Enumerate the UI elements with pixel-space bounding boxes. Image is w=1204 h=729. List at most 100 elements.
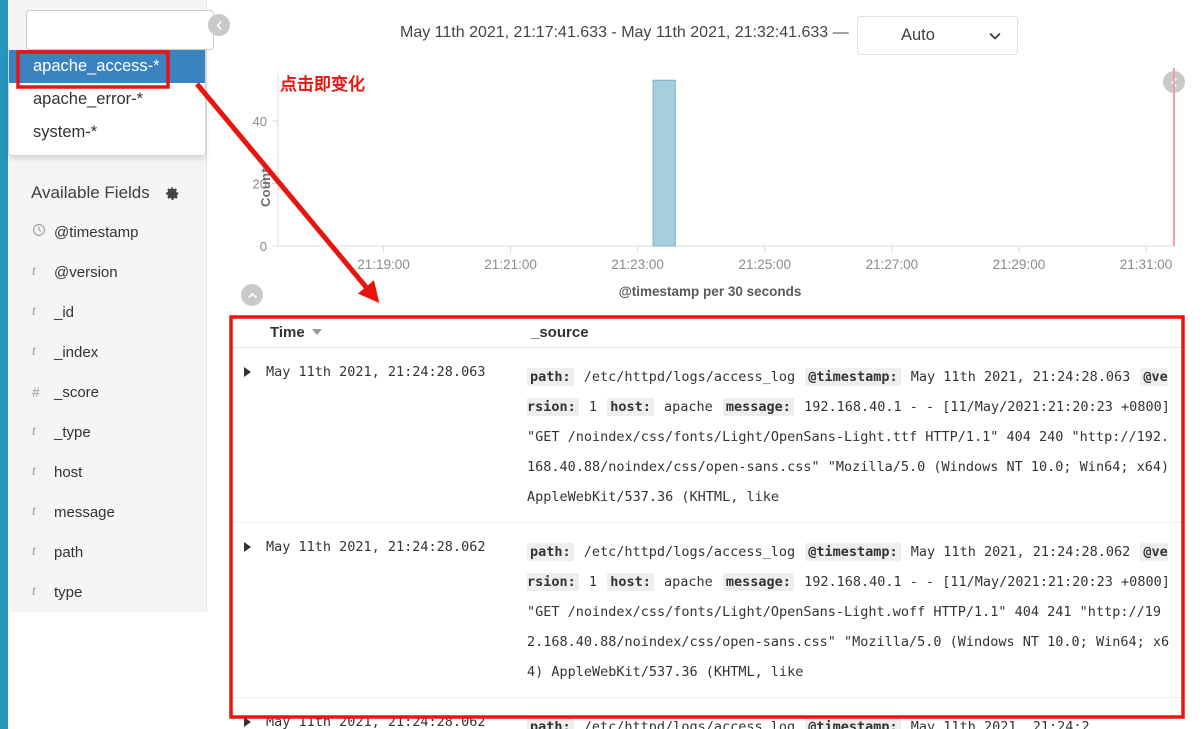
source-field-value: 1 [588, 399, 598, 415]
available-fields-list: @timestamp t @version t _id t _index # _… [16, 212, 215, 612]
svg-text:21:27:00: 21:27:00 [866, 257, 919, 272]
expand-row-icon[interactable] [244, 537, 266, 687]
source-field-key: host: [607, 573, 654, 591]
table-header-row: Time _source [232, 317, 1184, 348]
gear-icon[interactable] [164, 184, 182, 202]
field-name: _type [54, 423, 91, 441]
source-field-value: apache [663, 399, 713, 415]
column-header-time[interactable]: Time [232, 324, 527, 341]
kibana-discover-page: Available Fields @timestamp t @version t… [0, 0, 1204, 729]
source-field-key: @timestamp: [805, 718, 901, 729]
source-field-key: path: [527, 368, 574, 386]
field-row-host[interactable]: t host [16, 452, 215, 492]
cell-source: path: /etc/httpd/logs/access_log @timest… [527, 537, 1184, 687]
documents-table: Time _source May 11th 2021, 21:24:28.063… [232, 317, 1184, 729]
source-field-key: path: [527, 543, 574, 561]
source-field-key: @timestamp: [805, 368, 901, 386]
column-header-time-label: Time [270, 323, 305, 341]
svg-text:21:31:00: 21:31:00 [1120, 257, 1173, 272]
table-row[interactable]: May 11th 2021, 21:24:28.062 path: /etc/ht… [232, 698, 1184, 729]
field-row-path[interactable]: t path [16, 532, 215, 572]
index-pattern-input[interactable] [27, 11, 213, 49]
svg-text:21:29:00: 21:29:00 [993, 257, 1046, 272]
field-row-type-meta[interactable]: t _type [16, 412, 215, 452]
histogram-svg: 0204021:19:00 21:21:00 21:23:00 21:25:00 21:… [253, 68, 1175, 272]
svg-text:21:19:00: 21:19:00 [357, 257, 410, 272]
svg-text:21:21:00: 21:21:00 [484, 257, 537, 272]
field-name: type [54, 583, 83, 601]
index-option-system[interactable]: system-* [9, 116, 205, 149]
source-field-value: May 11th 2021, 21:24:2 [910, 719, 1090, 729]
string-icon: t [32, 584, 36, 599]
source-field-key: path: [527, 718, 574, 729]
svg-text:40: 40 [253, 114, 267, 129]
source-field-key: message: [722, 573, 794, 591]
clock-icon [32, 223, 54, 242]
source-field-value: /etc/httpd/logs/access_log [583, 719, 796, 729]
cell-time-value: May 11th 2021, 21:24:28.063 [266, 364, 486, 380]
cell-time-value: May 11th 2021, 21:24:28.062 [266, 714, 486, 729]
field-name: host [54, 463, 83, 481]
field-row-timestamp[interactable]: @timestamp [16, 212, 215, 252]
field-name: path [54, 543, 84, 561]
string-icon: t [32, 424, 36, 439]
chart-annotation-text: 点击即变化 [280, 75, 365, 95]
available-fields-title: Available Fields [31, 183, 150, 202]
number-icon: # [32, 384, 40, 400]
source-field-value: /etc/httpd/logs/access_log [583, 369, 796, 385]
source-field-key: message: [722, 398, 794, 416]
string-icon: t [32, 264, 36, 279]
svg-text:21:25:00: 21:25:00 [738, 257, 791, 272]
source-field-key: @timestamp: [805, 543, 901, 561]
time-range-label[interactable]: May 11th 2021, 21:17:41.633 - May 11th 2… [400, 24, 849, 42]
source-field-value: apache [663, 574, 713, 590]
field-name: _score [54, 383, 100, 401]
source-field-value: May 11th 2021, 21:24:28.063 [910, 369, 1131, 385]
expand-row-icon[interactable] [244, 362, 266, 512]
field-row-type[interactable]: t type [16, 572, 215, 612]
field-row-score[interactable]: # _score [16, 372, 215, 412]
source-field-value: /etc/httpd/logs/access_log [583, 544, 796, 560]
histogram-chart[interactable]: 点击即变化 Count 0 20 40 21:19:00 21:21:00 21:23:0… [230, 62, 1190, 307]
cell-time: May 11th 2021, 21:24:28.063 [232, 362, 527, 512]
table-row[interactable]: May 11th 2021, 21:24:28.063 path: /etc/ht… [232, 348, 1184, 523]
x-axis-title: @timestamp per 30 seconds [618, 284, 802, 299]
chevron-down-icon [987, 28, 1003, 44]
available-fields-header: Available Fields [16, 172, 215, 214]
index-option-apache-access[interactable]: apache_access-* [9, 50, 205, 83]
interval-value: Auto [901, 26, 935, 44]
cell-source: path: /etc/httpd/logs/access_log @timest… [527, 362, 1184, 512]
interval-select[interactable]: Auto [857, 16, 1018, 55]
expand-row-icon[interactable] [244, 712, 266, 729]
field-name: message [54, 503, 115, 521]
column-header-source[interactable]: _source [527, 324, 589, 341]
cell-source: path: /etc/httpd/logs/access_log @timest… [527, 712, 1184, 729]
field-name: @timestamp [54, 223, 139, 241]
cell-time: May 11th 2021, 21:24:28.062 [232, 712, 527, 729]
table-body: May 11th 2021, 21:24:28.063 path: /etc/ht… [232, 348, 1184, 729]
field-row-index[interactable]: t _index [16, 332, 215, 372]
index-option-apache-error[interactable]: apache_error-* [9, 83, 205, 116]
table-row[interactable]: May 11th 2021, 21:24:28.062 path: /etc/ht… [232, 523, 1184, 698]
source-field-value: May 11th 2021, 21:24:28.062 [910, 544, 1131, 560]
string-icon: t [32, 504, 36, 519]
svg-text:21:23:00: 21:23:00 [611, 257, 664, 272]
index-pattern-dropdown[interactable]: apache_access-* apache_error-* system-* [8, 50, 206, 156]
string-icon: t [32, 544, 36, 559]
string-icon: t [32, 344, 36, 359]
collapse-sidebar-button[interactable] [208, 14, 230, 36]
source-field-key: host: [607, 398, 654, 416]
index-pattern-input-wrapper[interactable] [26, 10, 214, 50]
field-name: @version [54, 263, 118, 281]
string-icon: t [32, 304, 36, 319]
field-row-version[interactable]: t @version [16, 252, 215, 292]
field-row-message[interactable]: t message [16, 492, 215, 532]
field-row-id[interactable]: t _id [16, 292, 215, 332]
field-name: _id [54, 303, 75, 321]
source-field-value: 1 [588, 574, 598, 590]
cell-time: May 11th 2021, 21:24:28.062 [232, 537, 527, 687]
svg-text:0: 0 [260, 239, 267, 254]
y-axis-title: Count [258, 167, 274, 208]
left-accent-strip [0, 0, 8, 729]
sort-descending-icon[interactable] [311, 329, 322, 335]
